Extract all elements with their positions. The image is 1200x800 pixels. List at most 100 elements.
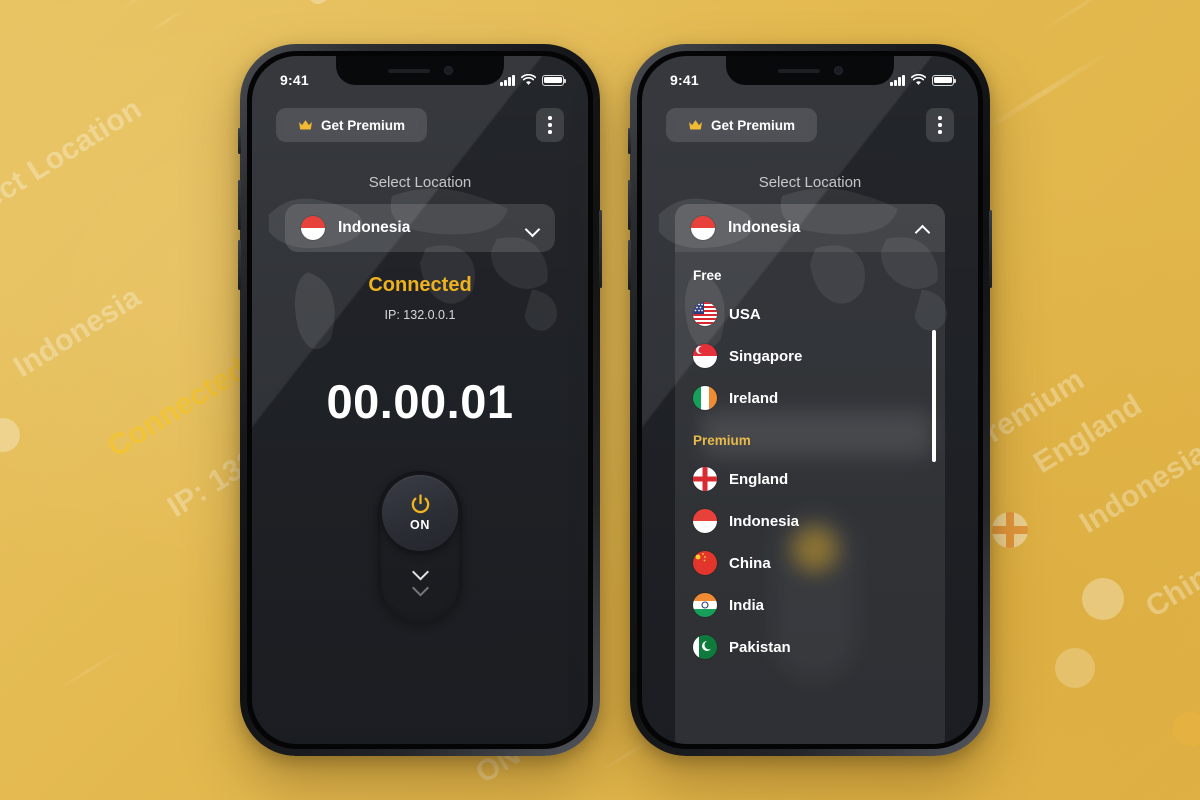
kebab-dot (938, 123, 942, 127)
silent-switch[interactable] (628, 128, 631, 154)
toggle-state-label: ON (410, 518, 430, 532)
phone-device-right: 9:41 Get Premium Select Location Indones… (628, 44, 992, 756)
double-chevron-down-icon[interactable] (413, 564, 428, 595)
toggle-knob[interactable]: ON (382, 475, 458, 551)
volume-up-button[interactable] (238, 180, 241, 230)
main-content-left: Select Location Indonesia Connected IP: … (252, 56, 588, 744)
singapore-flag-icon (693, 344, 717, 368)
get-premium-label: Get Premium (321, 117, 406, 133)
india-flag-icon (693, 593, 717, 617)
vpn-power-toggle[interactable]: ON (378, 471, 462, 623)
phone-screen-right: 9:41 Get Premium Select Location Indones… (642, 56, 978, 744)
kebab-dot (548, 123, 552, 127)
list-item-label: Pakistan (729, 638, 791, 656)
list-item[interactable]: Ireland (675, 377, 945, 419)
chevron-2 (413, 580, 428, 595)
silent-switch[interactable] (238, 128, 241, 154)
chevron-1 (413, 564, 428, 579)
battery-icon (542, 74, 567, 86)
session-timer: 00.00.01 (326, 375, 514, 428)
list-item-label: India (729, 596, 765, 614)
get-premium-label: Get Premium (711, 117, 796, 133)
wifi-icon (521, 74, 536, 85)
watermark-text: China (1140, 551, 1200, 624)
list-item[interactable]: Pakistan (675, 626, 945, 668)
kebab-menu-button[interactable] (926, 108, 954, 142)
list-group-header-premium: Premium (693, 433, 751, 448)
indonesia-flag-icon (693, 509, 717, 533)
list-item[interactable]: China (675, 542, 945, 584)
phone-screen-left: 9:41 Get Premium Select Location Indones… (252, 56, 588, 744)
list-item[interactable]: USA (675, 293, 945, 335)
earpiece-speaker (387, 68, 430, 73)
crown-icon (689, 120, 702, 130)
kebab-dot (938, 116, 942, 120)
screenshot-stage: Get PremiumSelect LocationSelect Locatio… (0, 0, 1200, 800)
status-icons (500, 74, 567, 86)
country-select-dropdown[interactable]: Indonesia (285, 204, 555, 252)
watermark-text: Connected (102, 352, 254, 464)
kebab-dot (938, 130, 942, 134)
phone-notch-left (336, 56, 504, 85)
get-premium-button[interactable]: Get Premium (666, 108, 818, 142)
status-time: 9:41 (670, 72, 699, 88)
main-content-right: Select Location Indonesia Free USA Singapo… (642, 56, 978, 744)
list-item-label: England (729, 470, 789, 488)
china-flag-icon (693, 551, 717, 575)
list-item-label: China (729, 554, 771, 572)
chevron-up-icon (916, 222, 929, 235)
country-select-dropdown[interactable]: Indonesia (675, 204, 945, 252)
list-group-header-free: Free (693, 268, 722, 283)
phone-device-left: 9:41 Get Premium Select Location Indones… (238, 44, 602, 756)
watermark-text: Select Location (0, 92, 148, 240)
country-list-panel: Free USA Singapore Ireland Premium England Ind… (675, 252, 945, 744)
indonesia-flag-icon (691, 216, 715, 240)
list-scrollbar[interactable] (932, 330, 936, 462)
background-watermarks: Get PremiumSelect LocationSelect Locatio… (0, 0, 1200, 800)
watermark-text: Get Premium (300, 0, 479, 15)
kebab-menu-button[interactable] (536, 108, 564, 142)
phone-bezel-right: 9:41 Get Premium Select Location Indones… (637, 51, 983, 749)
earpiece-speaker (777, 68, 820, 73)
volume-down-button[interactable] (238, 240, 241, 290)
ip-address-label: IP: 132.0.0.1 (384, 308, 456, 322)
front-camera (443, 66, 453, 75)
select-location-label: Select Location (758, 174, 862, 191)
ireland-flag-icon (693, 386, 717, 410)
crown-icon (299, 120, 312, 130)
power-side-button[interactable] (599, 210, 602, 288)
volume-down-button[interactable] (628, 240, 631, 290)
front-camera (833, 66, 843, 75)
volume-up-button[interactable] (628, 180, 631, 230)
battery-icon (932, 74, 957, 86)
selected-country-label: Indonesia (338, 219, 411, 236)
list-item-label: Indonesia (729, 512, 800, 530)
country-list: Free USA Singapore Ireland Premium England Ind… (675, 268, 945, 668)
list-item[interactable]: England (675, 458, 945, 500)
watermark-text: Indonesia (1074, 436, 1200, 540)
status-icons (890, 74, 957, 86)
pakistan-flag-icon (693, 635, 717, 659)
usa-flag-icon (693, 302, 717, 326)
list-item-label: Ireland (729, 389, 779, 407)
selected-country-label: Indonesia (728, 219, 801, 236)
kebab-dot (548, 130, 552, 134)
list-item-label: Singapore (729, 347, 803, 365)
england-flag-icon (693, 467, 717, 491)
list-item[interactable]: India (675, 584, 945, 626)
phone-notch-right (726, 56, 894, 85)
list-item[interactable]: Indonesia (675, 500, 945, 542)
get-premium-button[interactable]: Get Premium (276, 108, 428, 142)
connection-status: Connected (368, 274, 472, 296)
signal-bars-icon (890, 74, 905, 86)
power-icon (411, 494, 429, 514)
watermark-text: Indonesia (8, 280, 147, 384)
signal-bars-icon (500, 74, 515, 86)
power-side-button[interactable] (989, 210, 992, 288)
indonesia-flag-icon (301, 216, 325, 240)
status-time: 9:41 (280, 72, 309, 88)
list-item[interactable]: Singapore (675, 335, 945, 377)
kebab-dot (548, 116, 552, 120)
top-bar-left: Get Premium (252, 108, 588, 142)
chevron-down-icon (526, 222, 539, 235)
